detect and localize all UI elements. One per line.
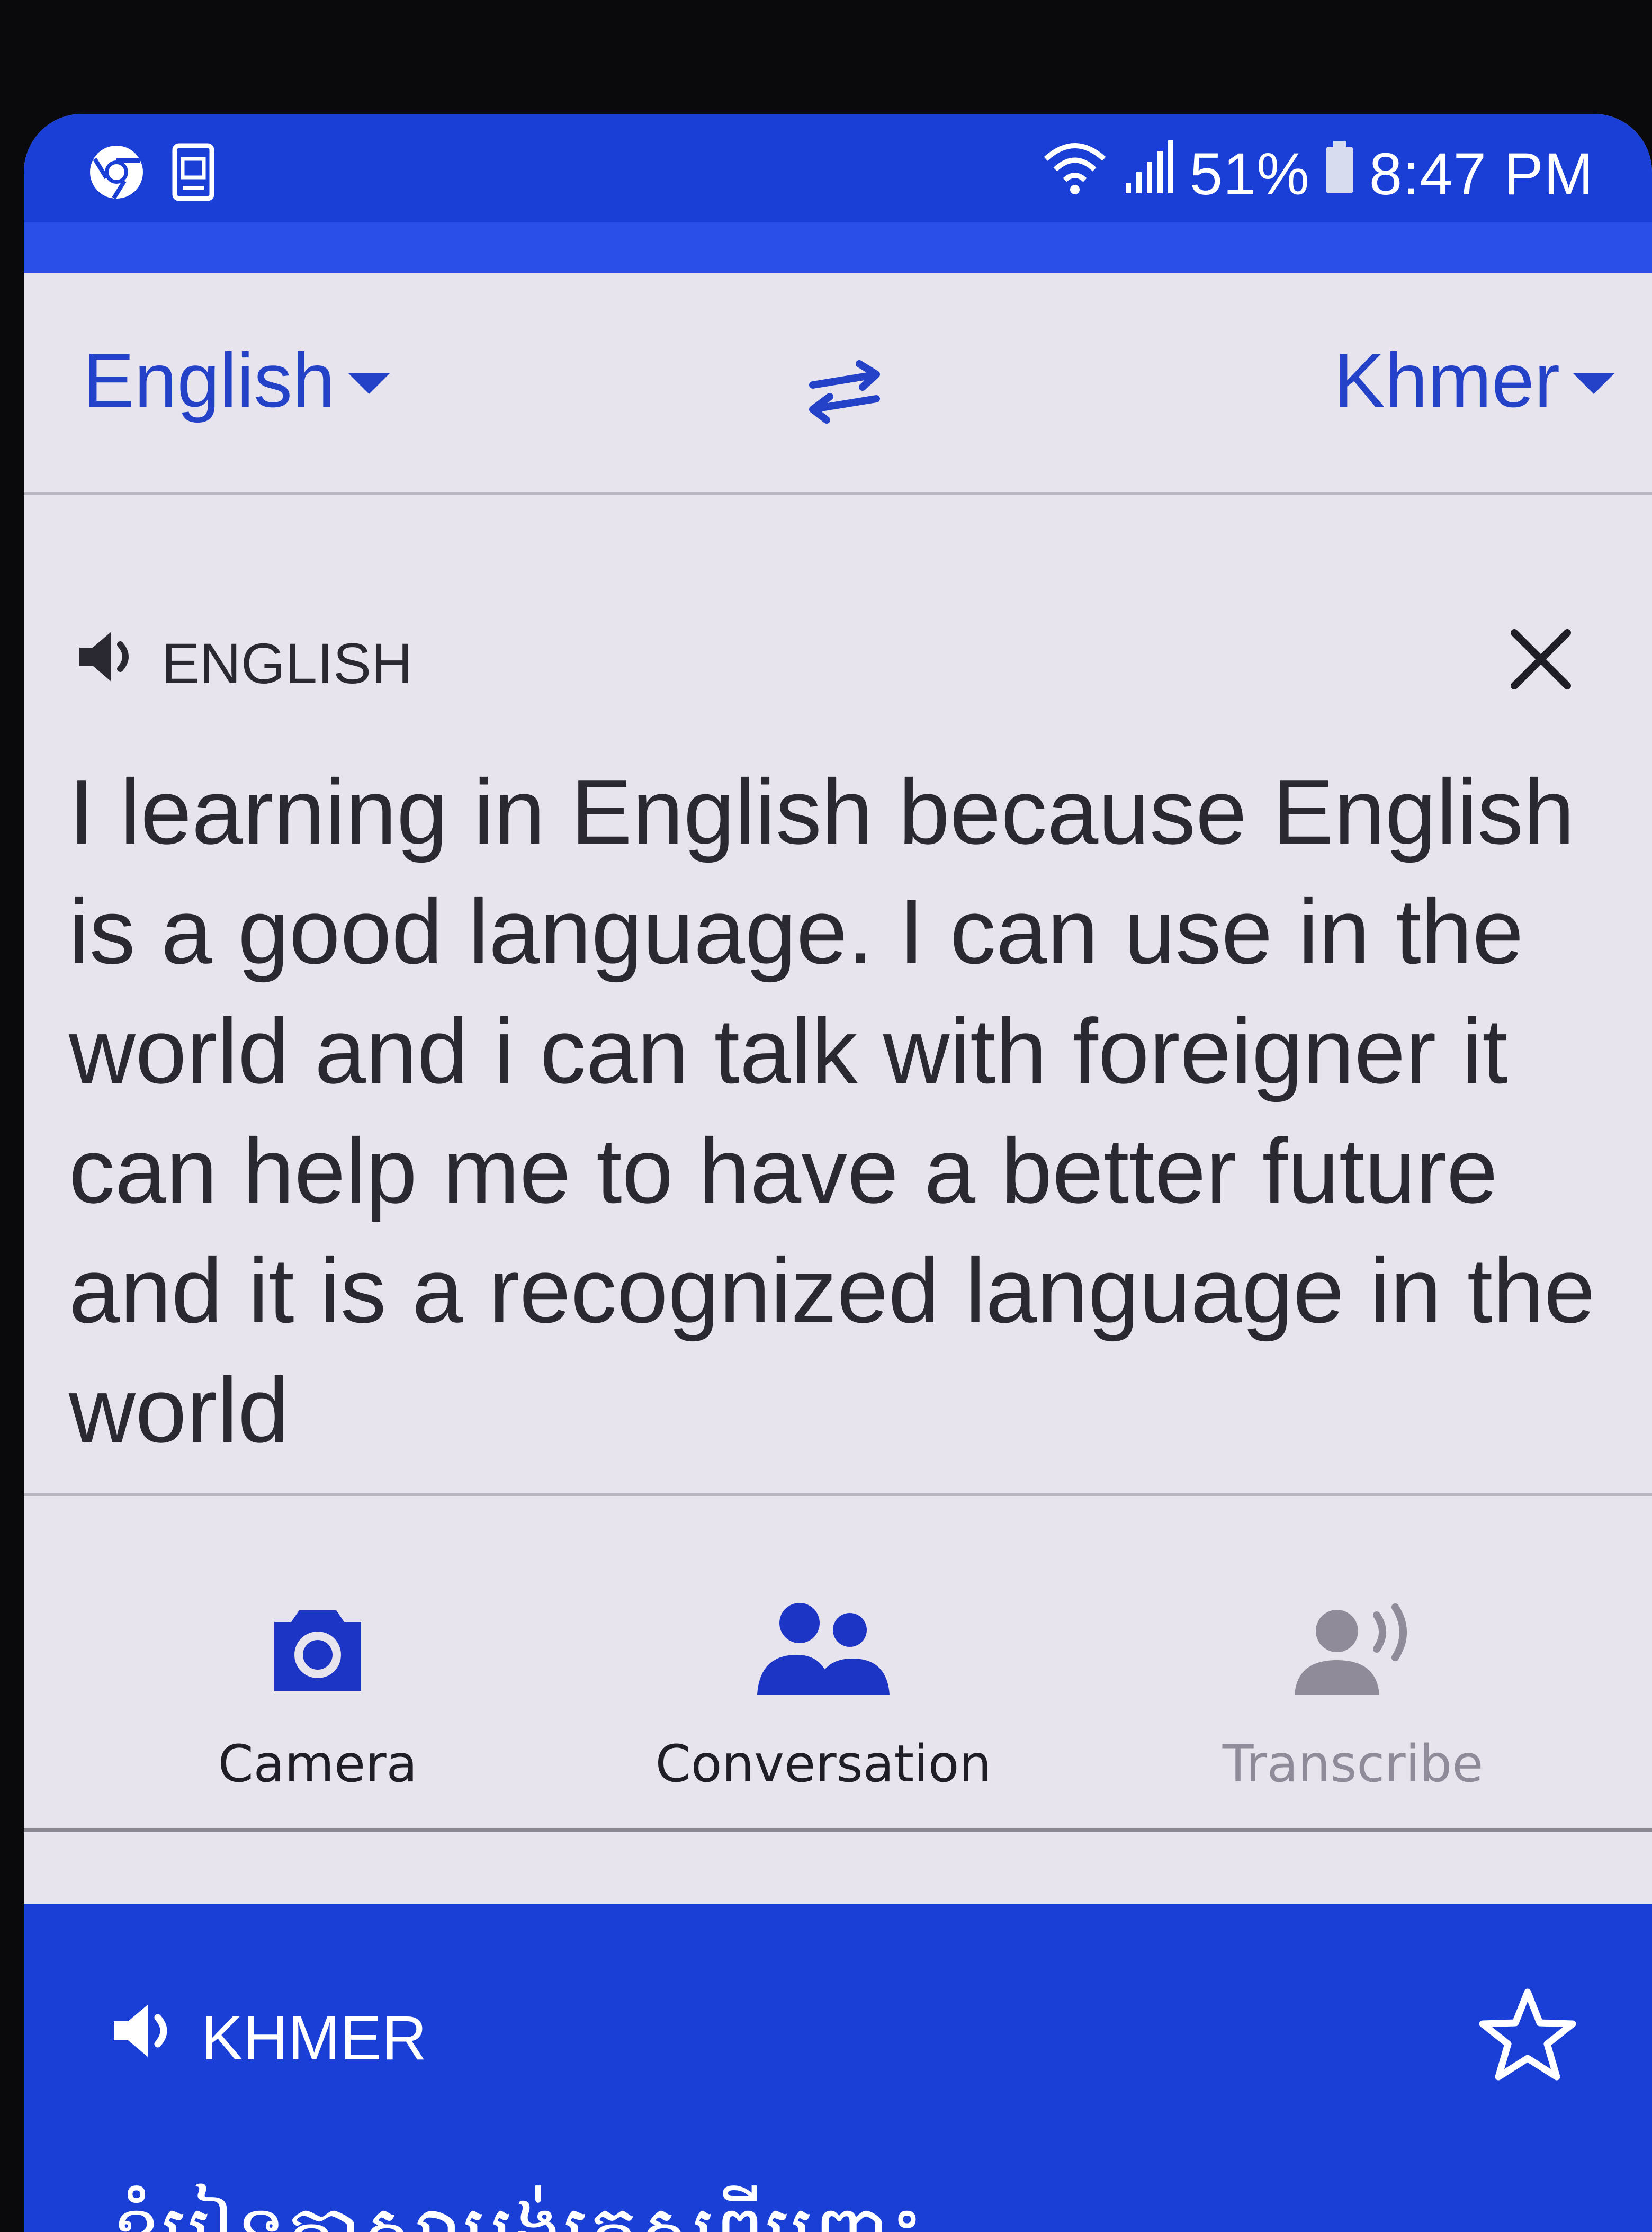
wifi-icon [1040,138,1109,210]
conversation-label: Conversation [655,1734,992,1794]
status-right: 51% 8:47 PM [1040,138,1594,210]
speaker-icon[interactable] [77,628,146,699]
sim-card-icon [172,143,214,204]
source-language-name: ENGLISH [161,631,413,695]
swap-languages-button[interactable] [792,352,897,432]
camera-icon-wrap [270,1589,365,1710]
status-left-icons [87,143,214,204]
swap-arrows-icon [809,360,880,424]
people-icon-wrap [755,1589,892,1710]
save-translation-button[interactable] [1477,1986,1578,2086]
transcribe-button[interactable]: Transcribe [1168,1493,1538,1811]
translated-text: ខ្ញុំរៀនភាសាអង់គ្លេសពីព្រោះ [111,2184,924,2232]
signal-icon [1123,138,1176,210]
app-screen: 51% 8:47 PM English Khmer ENGLISH I lear… [24,114,1652,2232]
close-icon [1511,629,1571,689]
people-icon [757,1603,890,1695]
target-language-name: KHMER [201,2003,427,2073]
language-bar: English Khmer [24,273,1652,495]
source-language-label: English [83,337,335,423]
source-language-selector[interactable]: English [83,336,390,425]
dropdown-caret-icon [347,372,390,394]
clear-text-button[interactable] [1498,617,1583,702]
battery-percent: 51% [1189,140,1310,207]
target-language-label: Khmer [1333,337,1560,423]
camera-button[interactable]: Camera [132,1493,503,1811]
translation-output-card: KHMER ខ្ញុំរៀនភាសាអង់គ្លេសពីព្រោះ [24,1904,1652,2232]
app-toolbar [24,222,1652,273]
source-input-card: ENGLISH I learning in English because En… [24,498,1652,1496]
source-text-input[interactable]: I learning in English because English is… [69,752,1636,1470]
transcribe-label: Transcribe [1222,1734,1484,1794]
chrome-icon [87,143,146,204]
transcribe-icon-wrap [1292,1589,1414,1710]
source-language-header: ENGLISH [77,628,412,699]
target-language-selector[interactable]: Khmer [1334,336,1615,425]
target-language-header: KHMER [111,1999,427,2077]
status-bar: 51% 8:47 PM [24,114,1652,273]
conversation-button[interactable]: Conversation [638,1493,1009,1811]
star-icon [1479,1988,1576,2081]
clock: 8:47 PM [1369,140,1594,207]
dropdown-caret-icon [1573,372,1615,394]
transcribe-icon [1295,1603,1407,1695]
camera-label: Camera [218,1734,418,1794]
input-actions-row: Camera Conversation Transcribe [24,1493,1652,1832]
camera-icon [274,1610,361,1691]
battery-icon [1324,140,1355,208]
speaker-icon[interactable] [111,1999,185,2077]
